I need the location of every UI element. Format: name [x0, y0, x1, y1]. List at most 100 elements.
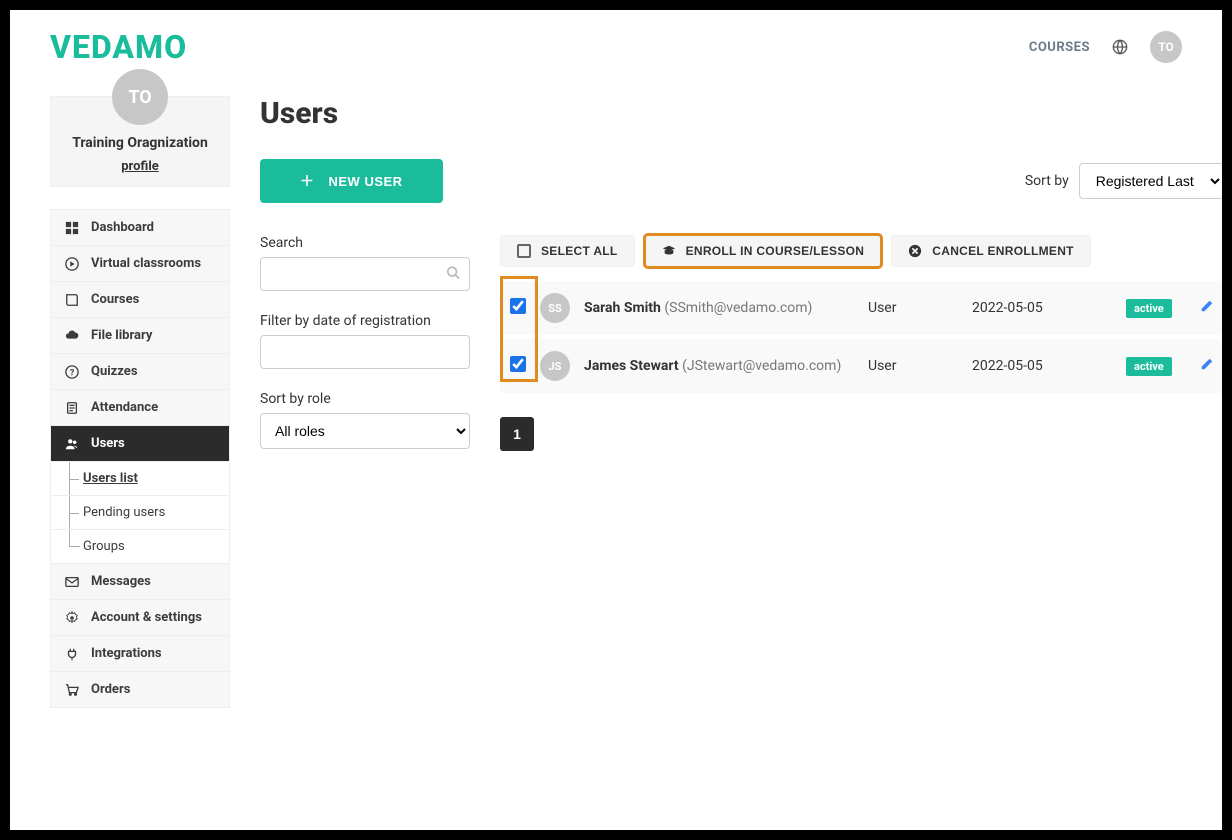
search-input[interactable] [260, 257, 470, 291]
edit-icon[interactable] [1200, 299, 1214, 317]
user-name-cell[interactable]: Sarah Smith (SSmith@vedamo.com) [584, 300, 854, 316]
sidebar-item-messages[interactable]: Messages [51, 564, 229, 600]
graduation-cap-icon [662, 244, 676, 258]
users-icon [65, 437, 79, 451]
topbar-right: COURSES TO [1029, 31, 1182, 63]
org-profile-link[interactable]: profile [121, 159, 159, 174]
sidebar-item-label: File library [91, 328, 152, 343]
user-email: (SSmith@vedamo.com) [664, 300, 812, 316]
user-avatar-initials: SS [540, 293, 570, 323]
logo[interactable]: VEDAMO [50, 28, 187, 66]
sidebar-sub-users-list[interactable]: Users list [51, 462, 229, 496]
layout: TO Training Oragnization profile Dashboa… [10, 66, 1222, 738]
sidebar-item-attendance[interactable]: Attendance [51, 390, 229, 426]
sidebar-item-courses[interactable]: Courses [51, 282, 229, 318]
sidebar-item-users[interactable]: Users [51, 426, 229, 462]
users-table: SS Sarah Smith (SSmith@vedamo.com) User … [500, 281, 1222, 393]
row-checkbox[interactable] [510, 298, 526, 314]
sidebar-item-label: Dashboard [91, 220, 154, 235]
mail-icon [65, 575, 79, 589]
main-content: Users ＋ NEW USER Sort by Registered Last… [260, 96, 1222, 708]
bulk-actions-bar: SELECT ALL ENROLL IN COURSE/LESSON CANCE… [500, 235, 1222, 267]
row-checkbox[interactable] [510, 356, 526, 372]
enroll-button[interactable]: ENROLL IN COURSE/LESSON [645, 235, 882, 267]
sidebar-sub-pending-users[interactable]: Pending users [51, 496, 229, 530]
sidebar-item-file-library[interactable]: File library [51, 318, 229, 354]
user-role: User [868, 300, 958, 316]
page-button[interactable]: 1 [500, 417, 534, 451]
sidebar-item-quizzes[interactable]: ? Quizzes [51, 354, 229, 390]
sidebar-item-label: Messages [91, 574, 151, 589]
cloud-icon [65, 329, 79, 343]
sidebar-item-label: Orders [91, 682, 130, 697]
sort-by-control: Sort by Registered Last [1025, 163, 1222, 199]
sidebar-item-orders[interactable]: Orders [51, 672, 229, 707]
org-name: Training Oragnization [61, 135, 219, 151]
edit-icon[interactable] [1200, 357, 1214, 375]
plug-icon [65, 647, 79, 661]
cancel-label: CANCEL ENROLLMENT [932, 244, 1074, 258]
courses-link[interactable]: COURSES [1029, 40, 1090, 55]
sidebar-item-label: Users [91, 436, 125, 451]
org-avatar: TO [112, 69, 168, 125]
role-filter-select[interactable]: All roles [260, 413, 470, 449]
date-filter-label: Filter by date of registration [260, 313, 470, 329]
search-icon[interactable] [446, 265, 460, 284]
play-circle-icon [65, 257, 79, 271]
sidebar-item-label: Integrations [91, 646, 162, 661]
cancel-icon [908, 244, 922, 258]
book-icon [65, 293, 79, 307]
sidebar-item-dashboard[interactable]: Dashboard [51, 210, 229, 246]
globe-icon[interactable] [1112, 39, 1128, 55]
sidebar-sub-groups[interactable]: Groups [51, 530, 229, 564]
sidebar-item-label: Attendance [91, 400, 158, 415]
sidebar-nav: Dashboard Virtual classrooms Courses Fil… [50, 209, 230, 708]
sidebar-sub-label: Groups [83, 539, 125, 554]
gear-icon [65, 611, 79, 625]
status-badge: active [1126, 299, 1172, 318]
user-status: active [1126, 358, 1172, 374]
select-all-label: SELECT ALL [541, 244, 618, 258]
date-filter-input[interactable] [260, 335, 470, 369]
status-badge: active [1126, 357, 1172, 376]
app-frame: VEDAMO COURSES TO TO Training Oragnizati… [10, 10, 1222, 830]
role-filter-label: Sort by role [260, 391, 470, 407]
checkbox-icon [517, 244, 531, 258]
new-user-button[interactable]: ＋ NEW USER [260, 159, 443, 203]
table-row: SS Sarah Smith (SSmith@vedamo.com) User … [500, 281, 1222, 335]
user-name: James Stewart [584, 358, 679, 374]
sidebar-item-virtual-classrooms[interactable]: Virtual classrooms [51, 246, 229, 282]
content-row: Search Filter by date of registration So… [260, 235, 1222, 451]
user-status: active [1126, 300, 1172, 316]
topbar: VEDAMO COURSES TO [10, 10, 1222, 66]
user-email: (JStewart@vedamo.com) [682, 358, 841, 374]
org-card: TO Training Oragnization profile [50, 96, 230, 187]
sidebar-item-integrations[interactable]: Integrations [51, 636, 229, 672]
sidebar-sub-label: Pending users [83, 505, 165, 520]
filters-panel: Search Filter by date of registration So… [260, 235, 470, 451]
pagination: 1 [500, 417, 1222, 451]
sidebar-item-label: Account & settings [91, 610, 202, 625]
row-checkbox-cell [510, 356, 526, 376]
plus-icon: ＋ [300, 171, 315, 191]
search-label: Search [260, 235, 470, 251]
user-name: Sarah Smith [584, 300, 661, 316]
table-row: JS James Stewart (JStewart@vedamo.com) U… [500, 339, 1222, 393]
user-avatar[interactable]: TO [1150, 31, 1182, 63]
user-date: 2022-05-05 [972, 300, 1112, 316]
enroll-label: ENROLL IN COURSE/LESSON [686, 244, 865, 258]
sidebar-item-account-settings[interactable]: Account & settings [51, 600, 229, 636]
select-all-button[interactable]: SELECT ALL [500, 235, 635, 267]
page-title: Users [260, 96, 1222, 131]
dashboard-icon [65, 221, 79, 235]
user-name-cell[interactable]: James Stewart (JStewart@vedamo.com) [584, 358, 854, 374]
sort-by-select[interactable]: Registered Last [1079, 163, 1222, 199]
document-icon [65, 401, 79, 415]
cancel-enrollment-button[interactable]: CANCEL ENROLLMENT [891, 235, 1091, 267]
user-role: User [868, 358, 958, 374]
sidebar-item-label: Courses [91, 292, 139, 307]
page-controls: ＋ NEW USER Sort by Registered Last [260, 159, 1222, 203]
new-user-label: NEW USER [329, 174, 403, 189]
sort-by-label: Sort by [1025, 173, 1069, 189]
question-icon: ? [65, 365, 79, 379]
